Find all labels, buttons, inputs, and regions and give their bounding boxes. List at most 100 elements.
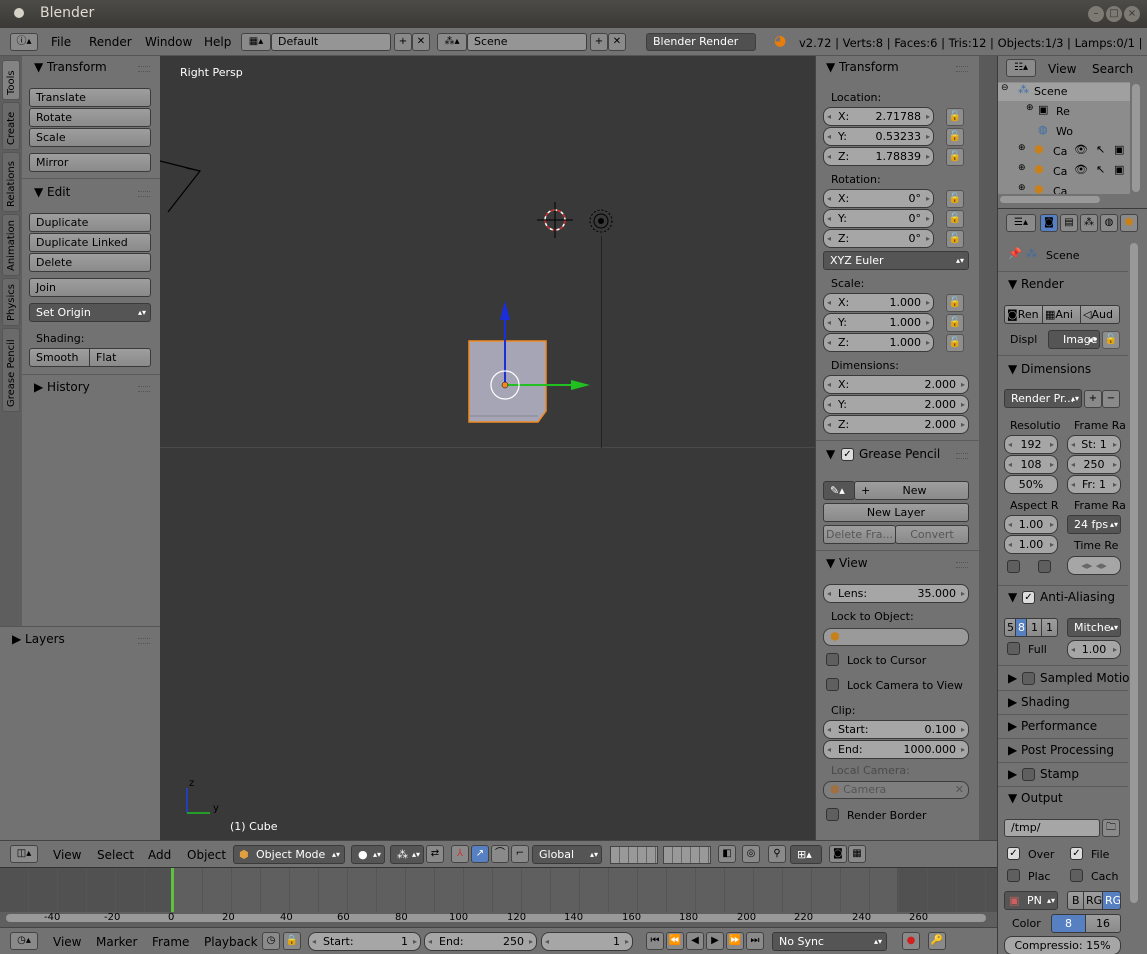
frame-step-field[interactable]: ◂ Fr: 1 ▸: [1067, 475, 1121, 494]
fps-select[interactable]: 24 fps ▴▾: [1067, 515, 1121, 534]
layers-tab-icon[interactable]: ▤: [1060, 214, 1078, 232]
add-scene-icon[interactable]: +: [590, 33, 608, 51]
layer-buttons[interactable]: [663, 846, 711, 864]
transform-props-header[interactable]: ▼ Transform: [826, 60, 899, 74]
layer-buttons[interactable]: [610, 846, 658, 864]
rotate-button[interactable]: Rotate: [29, 108, 151, 127]
outliner-row[interactable]: ⊕ ⬢ Ca 👁 ↖ ▣: [998, 163, 1130, 181]
rotation-z-field[interactable]: ◂ Z: 0° ▸: [823, 229, 934, 248]
properties-editor-icon[interactable]: ☰▴: [1006, 214, 1036, 232]
gp-convert-button[interactable]: Convert: [895, 525, 969, 544]
translate-button[interactable]: Translate: [29, 88, 151, 107]
crop-checkbox[interactable]: [1038, 560, 1051, 573]
preview-range-icon[interactable]: ◷: [262, 932, 280, 950]
pin-icon[interactable]: 📌: [1008, 247, 1022, 260]
rotation-x-field[interactable]: ◂ X: 0° ▸: [823, 189, 934, 208]
resolution-percent-field[interactable]: 50%: [1004, 475, 1058, 494]
jump-start-icon[interactable]: ⏮: [646, 932, 664, 950]
render-icon[interactable]: ▣: [1114, 143, 1124, 156]
lock-camera-checkbox[interactable]: [826, 678, 839, 691]
scale-y-field[interactable]: ◂ Y: 1.000 ▸: [823, 313, 934, 332]
depth-8-button[interactable]: 8: [1051, 914, 1086, 933]
scale-x-field[interactable]: ◂ X: 1.000 ▸: [823, 293, 934, 312]
filter-size-field[interactable]: ◂ 1.00 ▸: [1067, 640, 1121, 659]
lock-icon[interactable]: 🔓: [946, 210, 964, 228]
file-format-select[interactable]: ▣ PN ▴▾: [1004, 891, 1058, 910]
render-props-scrollbar[interactable]: [1130, 243, 1138, 903]
jump-keyframe-forward-icon[interactable]: ⏩: [726, 932, 744, 950]
jump-end-icon[interactable]: ⏭: [746, 932, 764, 950]
output-panel-header[interactable]: ▼ Output: [1008, 791, 1063, 805]
screen-layout-field[interactable]: Default: [271, 33, 391, 51]
location-y-field[interactable]: ◂ Y: 0.53233 ▸: [823, 127, 934, 146]
aa-samples-16[interactable]: 1: [1041, 618, 1058, 637]
timeline-menu-view[interactable]: View: [53, 935, 81, 949]
outliner-editor-icon[interactable]: ☷▴: [1006, 59, 1036, 77]
render-button[interactable]: ◙Ren: [1004, 305, 1043, 324]
remove-screen-icon[interactable]: ✕: [412, 33, 430, 51]
frame-start-field[interactable]: ◂ St: 1 ▸: [1067, 435, 1121, 454]
editor-type-info-icon[interactable]: ⓘ▴: [10, 33, 38, 51]
snap-icon[interactable]: ⚲: [768, 845, 786, 863]
resolution-y-field[interactable]: ◂ 108 ▸: [1004, 455, 1058, 474]
timeline-start-field[interactable]: ◂ Start: 1 ▸: [308, 932, 421, 951]
shading-panel-header[interactable]: ▶ Shading: [1008, 695, 1070, 709]
outliner-scrollbar[interactable]: [1132, 84, 1140, 192]
keying-set-icon[interactable]: 🔑: [928, 932, 946, 950]
close-icon[interactable]: ×: [1124, 6, 1140, 22]
timeline-menu-frame[interactable]: Frame: [152, 935, 189, 949]
render-preset-select[interactable]: Render Pr... ▴▾: [1004, 389, 1082, 408]
menu-help[interactable]: Help: [204, 35, 231, 49]
grease-pencil-checkbox[interactable]: ✓: [841, 448, 854, 461]
set-origin-select[interactable]: Set Origin ▴▾: [29, 303, 151, 322]
lock-icon[interactable]: 🔓: [946, 230, 964, 248]
panel-grip-icon[interactable]: [138, 638, 150, 644]
properties-scrollbar[interactable]: [979, 56, 997, 840]
outliner-row-scene[interactable]: ⊖ ⁂ Scene: [998, 83, 1130, 101]
layers-panel-header[interactable]: ▶ Layers: [12, 632, 65, 646]
performance-panel-header[interactable]: ▶ Performance: [1008, 719, 1097, 733]
menu-view[interactable]: View: [53, 848, 81, 862]
layer-lock-icon[interactable]: ◧: [718, 845, 736, 863]
minimize-icon[interactable]: –: [1088, 6, 1104, 22]
color-bw-button[interactable]: B: [1067, 891, 1084, 910]
mirror-button[interactable]: Mirror: [29, 153, 151, 172]
sampled-motion-checkbox[interactable]: [1022, 672, 1035, 685]
render-panel-header[interactable]: ▼ Render: [1008, 277, 1064, 291]
object-tab-icon[interactable]: ⬢: [1120, 214, 1138, 232]
outliner-view-menu[interactable]: View: [1048, 62, 1076, 76]
location-z-field[interactable]: ◂ Z: 1.78839 ▸: [823, 147, 934, 166]
menu-add[interactable]: Add: [148, 848, 171, 862]
tab-grease-pencil[interactable]: Grease Pencil: [2, 328, 20, 412]
lock-object-field[interactable]: ⬢: [823, 628, 969, 646]
lock-to-cursor-checkbox[interactable]: [826, 653, 839, 666]
dimension-x-field[interactable]: ◂ X: 2.000 ▸: [823, 375, 969, 394]
mode-select[interactable]: ⬢ Object Mode ▴▾: [233, 845, 345, 864]
tab-physics[interactable]: Physics: [2, 278, 20, 326]
scene-field[interactable]: Scene: [467, 33, 587, 51]
play-icon[interactable]: ▶: [706, 932, 724, 950]
folder-icon[interactable]: 🗀: [1102, 819, 1120, 837]
current-frame-field[interactable]: ◂ 1 ▸: [541, 932, 633, 951]
outliner-row[interactable]: ◍ Wo: [998, 123, 1130, 141]
tab-create[interactable]: Create: [2, 102, 20, 150]
outliner-row[interactable]: ⊕ ▣ Re: [998, 103, 1130, 121]
history-panel-header[interactable]: ▶ History: [34, 380, 90, 394]
compression-field[interactable]: Compressio: 15%: [1004, 936, 1121, 954]
shading-select[interactable]: ● ▴▾: [351, 845, 385, 864]
tab-tools[interactable]: Tools: [2, 60, 20, 100]
add-preset-icon[interactable]: +: [1084, 390, 1102, 408]
render-opengl-icon[interactable]: ◙: [829, 845, 847, 863]
lock-icon[interactable]: 🔓: [946, 148, 964, 166]
outliner-hscroll[interactable]: [1000, 196, 1100, 203]
eye-icon[interactable]: 👁: [1074, 143, 1088, 156]
gp-delete-frame-button[interactable]: Delete Fra...: [823, 525, 896, 544]
menu-window[interactable]: Window: [145, 35, 192, 49]
color-rgba-button[interactable]: RG: [1102, 891, 1121, 910]
duplicate-linked-button[interactable]: Duplicate Linked: [29, 233, 151, 252]
jump-keyframe-back-icon[interactable]: ⏪: [666, 932, 684, 950]
placeholders-checkbox[interactable]: [1007, 869, 1020, 882]
file-extensions-checkbox[interactable]: ✓: [1070, 847, 1083, 860]
aspect-x-field[interactable]: ◂ 1.00 ▸: [1004, 515, 1058, 534]
clip-start-field[interactable]: ◂ Start: 0.100 ▸: [823, 720, 969, 739]
